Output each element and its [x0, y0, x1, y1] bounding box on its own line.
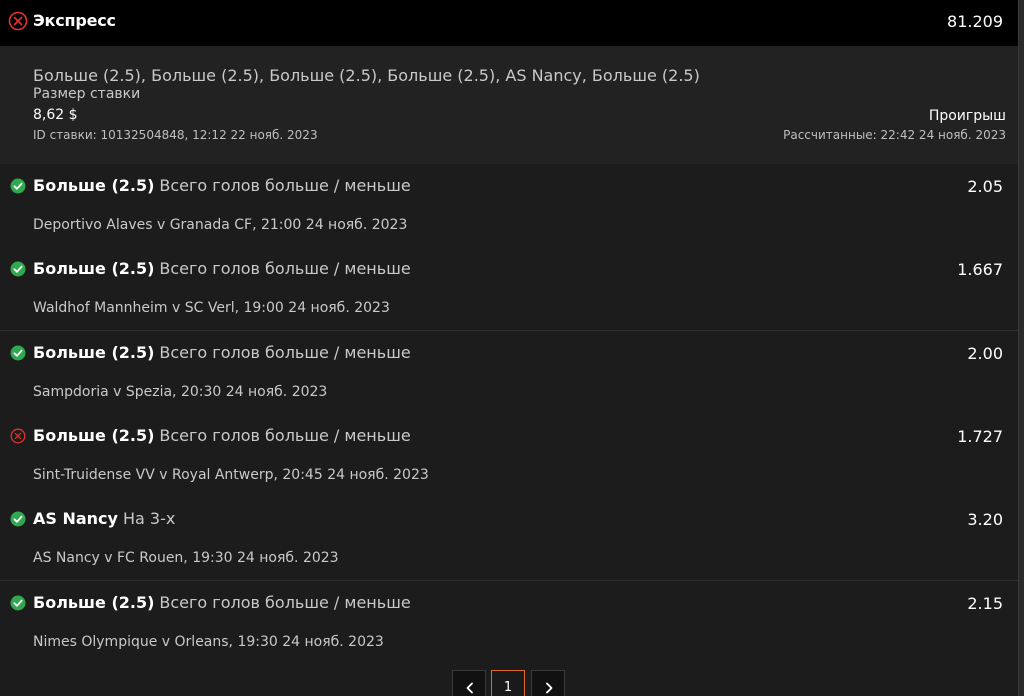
leg-market: Всего голов больше / меньше: [159, 426, 411, 445]
bet-header: Экспресс 81.209: [0, 0, 1018, 46]
leg-event: Sint-Truidense VV v Royal Antwerp, 20:45…: [33, 467, 429, 483]
leg-event: Nimes Olympique v Orleans, 19:30 24 нояб…: [33, 634, 384, 650]
leg-selection: AS Nancy: [33, 509, 118, 528]
bet-leg-row: Больше (2.5) Всего голов больше / меньше 2…: [0, 331, 1018, 415]
leg-title: Больше (2.5) Всего голов больше / меньше: [33, 593, 411, 612]
selections-summary: Больше (2.5), Больше (2.5), Больше (2.5)…: [33, 66, 700, 85]
leg-event: AS Nancy v FC Rouen, 19:30 24 нояб. 2023: [33, 550, 339, 566]
stake-value: 8,62 $: [33, 107, 78, 123]
leg-title: Больше (2.5) Всего голов больше / меньше: [33, 259, 411, 278]
won-check-icon: [10, 511, 26, 531]
leg-title: Больше (2.5) Всего голов больше / меньше: [33, 176, 411, 195]
bet-leg-row: Больше (2.5) Всего голов больше / меньше 2…: [0, 164, 1018, 248]
leg-odds: 2.00: [967, 344, 1003, 363]
leg-odds: 2.15: [967, 594, 1003, 613]
leg-market: Всего голов больше / меньше: [159, 593, 411, 612]
bet-id: ID ставки: 10132504848, 12:12 22 нояб. 2…: [33, 128, 318, 142]
chevron-right-icon: [546, 682, 553, 694]
lost-x-icon: [8, 11, 28, 35]
bet-leg-row: Больше (2.5) Всего голов больше / меньше 1…: [0, 247, 1018, 331]
leg-market: Всего голов больше / меньше: [159, 176, 411, 195]
lost-x-icon: [10, 428, 26, 448]
leg-title: AS Nancy На 3-х: [33, 509, 175, 528]
won-check-icon: [10, 261, 26, 281]
leg-odds: 1.667: [957, 260, 1003, 279]
bet-result-status: Проигрыш: [928, 108, 1006, 124]
won-check-icon: [10, 178, 26, 198]
bet-summary: Больше (2.5), Больше (2.5), Больше (2.5)…: [0, 46, 1018, 165]
settled-time: Рассчитанные: 22:42 24 нояб. 2023: [783, 128, 1006, 142]
stake-label: Размер ставки: [33, 86, 141, 102]
scrollbar-track[interactable]: [1019, 0, 1024, 696]
leg-event: Sampdoria v Spezia, 20:30 24 нояб. 2023: [33, 384, 328, 400]
won-check-icon: [10, 345, 26, 365]
next-page-button[interactable]: [531, 670, 565, 696]
leg-selection: Больше (2.5): [33, 593, 155, 612]
bet-leg-row: AS Nancy На 3-х 3.20 AS Nancy v FC Rouen, 1…: [0, 497, 1018, 581]
page-button-current[interactable]: 1: [491, 670, 525, 696]
leg-selection: Больше (2.5): [33, 259, 155, 278]
leg-selection: Больше (2.5): [33, 176, 155, 195]
bet-leg-row: Больше (2.5) Всего голов больше / меньше 1…: [0, 414, 1018, 498]
leg-market: Всего голов больше / меньше: [159, 343, 411, 362]
bet-leg-row: Больше (2.5) Всего голов больше / меньше 2…: [0, 581, 1018, 665]
bet-type-title: Экспресс: [33, 11, 116, 30]
leg-title: Больше (2.5) Всего голов больше / меньше: [33, 343, 411, 362]
express-bet-card: Экспресс 81.209 Больше (2.5), Больше (2.…: [0, 0, 1019, 696]
pagination: 1: [0, 664, 1018, 696]
leg-title: Больше (2.5) Всего голов больше / меньше: [33, 426, 411, 445]
total-odds: 81.209: [947, 12, 1003, 31]
chevron-left-icon: [466, 682, 473, 694]
leg-odds: 1.727: [957, 427, 1003, 446]
leg-selection: Больше (2.5): [33, 426, 155, 445]
won-check-icon: [10, 595, 26, 615]
leg-selection: Больше (2.5): [33, 343, 155, 362]
leg-odds: 2.05: [967, 177, 1003, 196]
leg-event: Waldhof Mannheim v SC Verl, 19:00 24 ноя…: [33, 300, 390, 316]
leg-event: Deportivo Alaves v Granada CF, 21:00 24 …: [33, 217, 408, 233]
previous-page-button[interactable]: [452, 670, 486, 696]
leg-odds: 3.20: [967, 510, 1003, 529]
leg-market: Всего голов больше / меньше: [159, 259, 411, 278]
leg-market: На 3-х: [122, 509, 176, 528]
